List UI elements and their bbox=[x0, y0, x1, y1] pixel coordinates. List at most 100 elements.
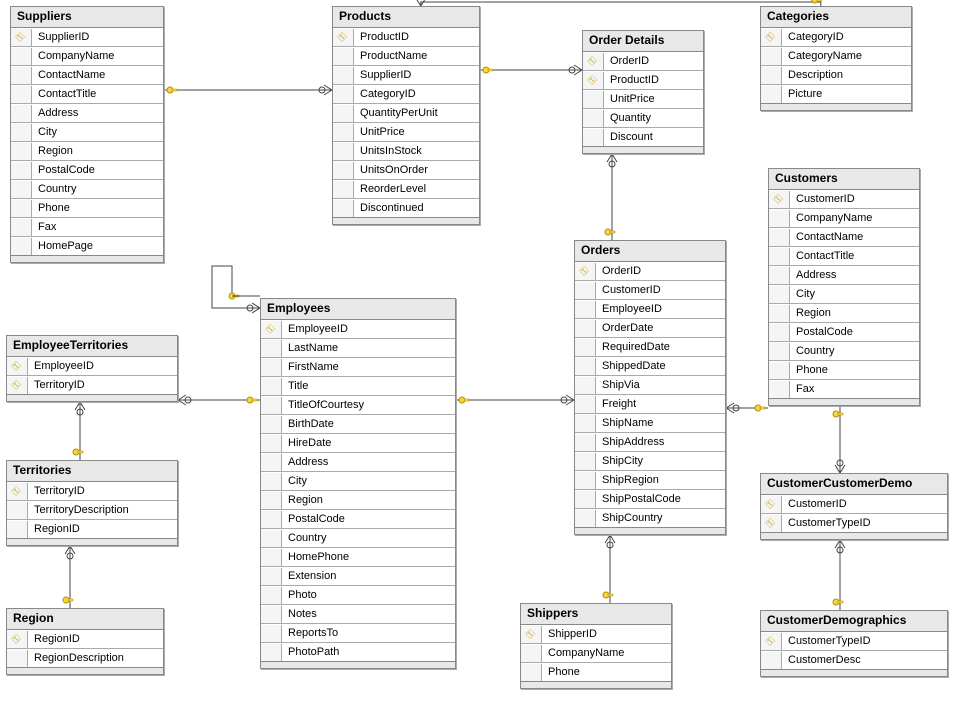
entity-header[interactable]: Shippers bbox=[521, 604, 671, 625]
column-row[interactable]: ⚿EmployeeID bbox=[261, 320, 455, 339]
column-row[interactable]: ShipPostalCode bbox=[575, 490, 725, 509]
column-row[interactable]: TerritoryDescription bbox=[7, 501, 177, 520]
entity-header[interactable]: EmployeeTerritories bbox=[7, 336, 177, 357]
entity-employeeterritories[interactable]: EmployeeTerritories⚿EmployeeID⚿Territory… bbox=[6, 335, 178, 402]
entity-header[interactable]: Order Details bbox=[583, 31, 703, 52]
column-row[interactable]: ⚿CustomerTypeID bbox=[761, 632, 947, 651]
column-row[interactable]: UnitsInStock bbox=[333, 142, 479, 161]
column-row[interactable]: Address bbox=[261, 453, 455, 472]
column-row[interactable]: ShipRegion bbox=[575, 471, 725, 490]
column-row[interactable]: Phone bbox=[11, 199, 163, 218]
column-row[interactable]: Fax bbox=[11, 218, 163, 237]
column-row[interactable]: Description bbox=[761, 66, 911, 85]
column-row[interactable]: Country bbox=[261, 529, 455, 548]
column-row[interactable]: ⚿EmployeeID bbox=[7, 357, 177, 376]
entity-products[interactable]: Products⚿ProductIDProductNameSupplierIDC… bbox=[332, 6, 480, 225]
column-row[interactable]: ReportsTo bbox=[261, 624, 455, 643]
column-row[interactable]: Fax bbox=[769, 380, 919, 398]
column-row[interactable]: ⚿ShipperID bbox=[521, 625, 671, 644]
entity-header[interactable]: CustomerCustomerDemo bbox=[761, 474, 947, 495]
column-row[interactable]: Photo bbox=[261, 586, 455, 605]
column-row[interactable]: Discontinued bbox=[333, 199, 479, 217]
column-row[interactable]: ShipAddress bbox=[575, 433, 725, 452]
column-row[interactable]: ShipCity bbox=[575, 452, 725, 471]
column-row[interactable]: Discount bbox=[583, 128, 703, 146]
entity-customers[interactable]: Customers⚿CustomerIDCompanyNameContactNa… bbox=[768, 168, 920, 406]
column-row[interactable]: PostalCode bbox=[11, 161, 163, 180]
column-row[interactable]: ContactTitle bbox=[769, 247, 919, 266]
column-row[interactable]: Phone bbox=[521, 663, 671, 681]
column-row[interactable]: ⚿CustomerID bbox=[769, 190, 919, 209]
column-row[interactable]: QuantityPerUnit bbox=[333, 104, 479, 123]
column-row[interactable]: ShipCountry bbox=[575, 509, 725, 527]
column-row[interactable]: ContactTitle bbox=[11, 85, 163, 104]
entity-header[interactable]: Suppliers bbox=[11, 7, 163, 28]
column-row[interactable]: TitleOfCourtesy bbox=[261, 396, 455, 415]
column-row[interactable]: Quantity bbox=[583, 109, 703, 128]
column-row[interactable]: HomePhone bbox=[261, 548, 455, 567]
entity-header[interactable]: Orders bbox=[575, 241, 725, 262]
column-row[interactable]: ⚿OrderID bbox=[575, 262, 725, 281]
column-row[interactable]: Freight bbox=[575, 395, 725, 414]
column-row[interactable]: RegionDescription bbox=[7, 649, 163, 667]
entity-customerdemographics[interactable]: CustomerDemographics⚿CustomerTypeIDCusto… bbox=[760, 610, 948, 677]
column-row[interactable]: Region bbox=[261, 491, 455, 510]
column-row[interactable]: Title bbox=[261, 377, 455, 396]
entity-categories[interactable]: Categories⚿CategoryIDCategoryNameDescrip… bbox=[760, 6, 912, 111]
column-row[interactable]: ContactName bbox=[11, 66, 163, 85]
column-row[interactable]: EmployeeID bbox=[575, 300, 725, 319]
column-row[interactable]: Country bbox=[11, 180, 163, 199]
column-row[interactable]: Phone bbox=[769, 361, 919, 380]
entity-customercustomerdemo[interactable]: CustomerCustomerDemo⚿CustomerID⚿Customer… bbox=[760, 473, 948, 540]
column-row[interactable]: ProductName bbox=[333, 47, 479, 66]
column-row[interactable]: ShippedDate bbox=[575, 357, 725, 376]
entity-header[interactable]: CustomerDemographics bbox=[761, 611, 947, 632]
entity-header[interactable]: Region bbox=[7, 609, 163, 630]
entity-region[interactable]: Region⚿RegionIDRegionDescription bbox=[6, 608, 164, 675]
column-row[interactable]: OrderDate bbox=[575, 319, 725, 338]
column-row[interactable]: Extension bbox=[261, 567, 455, 586]
column-row[interactable]: ⚿CustomerID bbox=[761, 495, 947, 514]
column-row[interactable]: Address bbox=[11, 104, 163, 123]
column-row[interactable]: CategoryID bbox=[333, 85, 479, 104]
entity-suppliers[interactable]: Suppliers⚿SupplierIDCompanyNameContactNa… bbox=[10, 6, 164, 263]
column-row[interactable]: BirthDate bbox=[261, 415, 455, 434]
column-row[interactable]: HireDate bbox=[261, 434, 455, 453]
entity-header[interactable]: Customers bbox=[769, 169, 919, 190]
column-row[interactable]: FirstName bbox=[261, 358, 455, 377]
entity-header[interactable]: Products bbox=[333, 7, 479, 28]
column-row[interactable]: CompanyName bbox=[11, 47, 163, 66]
column-row[interactable]: ⚿TerritoryID bbox=[7, 376, 177, 394]
column-row[interactable]: PostalCode bbox=[769, 323, 919, 342]
column-row[interactable]: CompanyName bbox=[769, 209, 919, 228]
column-row[interactable]: RegionID bbox=[7, 520, 177, 538]
column-row[interactable]: ⚿ProductID bbox=[583, 71, 703, 90]
entity-header[interactable]: Territories bbox=[7, 461, 177, 482]
entity-header[interactable]: Categories bbox=[761, 7, 911, 28]
column-row[interactable]: ⚿CategoryID bbox=[761, 28, 911, 47]
entity-shippers[interactable]: Shippers⚿ShipperIDCompanyNamePhone bbox=[520, 603, 672, 689]
column-row[interactable]: CategoryName bbox=[761, 47, 911, 66]
column-row[interactable]: HomePage bbox=[11, 237, 163, 255]
column-row[interactable]: CustomerDesc bbox=[761, 651, 947, 669]
column-row[interactable]: UnitPrice bbox=[583, 90, 703, 109]
column-row[interactable]: City bbox=[261, 472, 455, 491]
column-row[interactable]: ShipVia bbox=[575, 376, 725, 395]
column-row[interactable]: ⚿OrderID bbox=[583, 52, 703, 71]
column-row[interactable]: UnitPrice bbox=[333, 123, 479, 142]
column-row[interactable]: City bbox=[11, 123, 163, 142]
column-row[interactable]: PhotoPath bbox=[261, 643, 455, 661]
column-row[interactable]: UnitsOnOrder bbox=[333, 161, 479, 180]
column-row[interactable]: SupplierID bbox=[333, 66, 479, 85]
entity-orders[interactable]: Orders⚿OrderIDCustomerIDEmployeeIDOrderD… bbox=[574, 240, 726, 535]
column-row[interactable]: Notes bbox=[261, 605, 455, 624]
column-row[interactable]: ⚿RegionID bbox=[7, 630, 163, 649]
entity-orderdetails[interactable]: Order Details⚿OrderID⚿ProductIDUnitPrice… bbox=[582, 30, 704, 154]
column-row[interactable]: ContactName bbox=[769, 228, 919, 247]
column-row[interactable]: ⚿CustomerTypeID bbox=[761, 514, 947, 532]
entity-employees[interactable]: Employees⚿EmployeeIDLastNameFirstNameTit… bbox=[260, 298, 456, 669]
column-row[interactable]: Picture bbox=[761, 85, 911, 103]
column-row[interactable]: City bbox=[769, 285, 919, 304]
column-row[interactable]: ⚿SupplierID bbox=[11, 28, 163, 47]
entity-territories[interactable]: Territories⚿TerritoryIDTerritoryDescript… bbox=[6, 460, 178, 546]
